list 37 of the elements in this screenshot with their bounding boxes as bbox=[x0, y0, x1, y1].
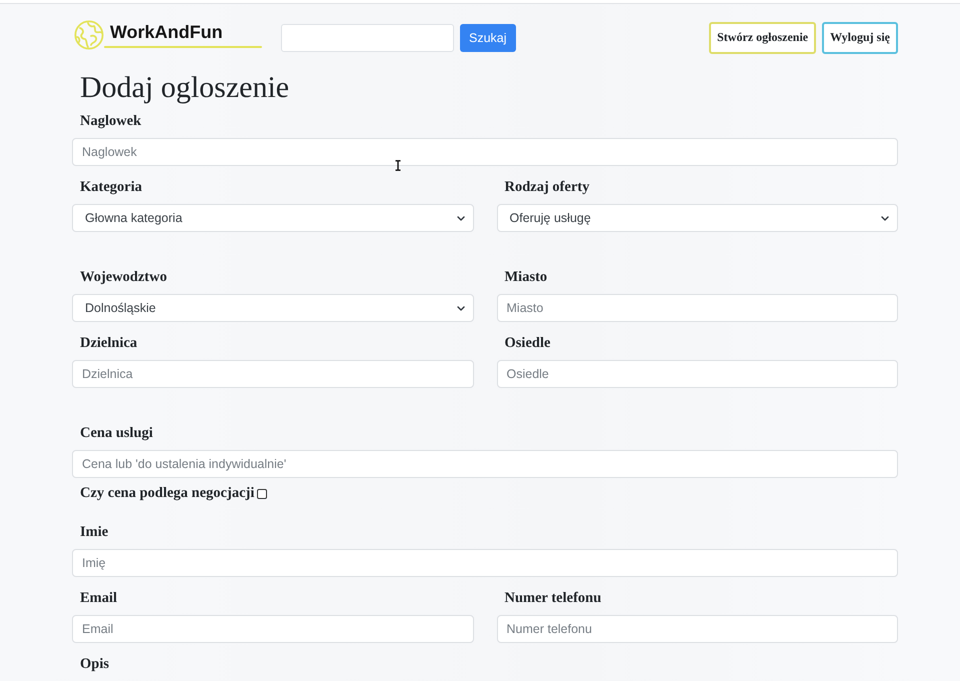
page-title: Dodaj ogloszenie bbox=[80, 71, 290, 105]
field-label: Osiedle bbox=[504, 334, 550, 353]
search-button[interactable]: Szukaj bbox=[460, 24, 516, 52]
text-field[interactable]: Osiedle bbox=[496, 360, 898, 388]
field-label: Email bbox=[80, 589, 118, 608]
logo-text: WorkAndFun bbox=[110, 20, 224, 42]
field-label: Wojewodztwo bbox=[80, 268, 167, 287]
dropdown[interactable]: Dolnośląskie bbox=[72, 294, 474, 322]
text-field[interactable]: Numer telefonu bbox=[496, 615, 898, 643]
field-label: Naglowek bbox=[80, 112, 142, 131]
field-label: Imie bbox=[80, 523, 108, 542]
checkbox-label: Czy cena podlega negocjacji bbox=[80, 484, 254, 503]
field-label: Kategoria bbox=[80, 178, 142, 197]
text-field[interactable]: Email bbox=[72, 615, 474, 643]
checkbox[interactable] bbox=[257, 488, 268, 498]
text-cursor-icon bbox=[395, 160, 401, 171]
chevron-down-icon bbox=[456, 216, 464, 220]
header-button[interactable]: Stwórz ogłoszenie bbox=[709, 22, 816, 54]
text-field[interactable]: Miasto bbox=[496, 294, 898, 322]
chevron-down-icon bbox=[881, 216, 889, 220]
text-field[interactable]: Naglowek bbox=[72, 138, 898, 166]
text-field[interactable]: Imię bbox=[72, 549, 898, 577]
header-button[interactable]: Wyloguj się bbox=[822, 22, 898, 54]
field-label: Dzielnica bbox=[80, 334, 138, 353]
logo[interactable]: WorkAndFun bbox=[74, 18, 262, 52]
globe-icon bbox=[74, 20, 104, 50]
field-label: Numer telefonu bbox=[504, 589, 602, 608]
chevron-down-icon bbox=[456, 306, 464, 310]
field-label: Miasto bbox=[504, 268, 548, 287]
field-label: Cena uslugi bbox=[80, 424, 153, 443]
field-label: Opis bbox=[80, 655, 110, 674]
dropdown[interactable]: Głowna kategoria bbox=[72, 204, 474, 232]
dropdown[interactable]: Oferuję usługę bbox=[496, 204, 898, 232]
text-field[interactable]: Cena lub 'do ustalenia indywidualnie' bbox=[72, 450, 898, 478]
field-label: Rodzaj oferty bbox=[504, 178, 590, 197]
text-field[interactable]: Dzielnica bbox=[72, 360, 474, 388]
search-field[interactable] bbox=[281, 24, 454, 52]
